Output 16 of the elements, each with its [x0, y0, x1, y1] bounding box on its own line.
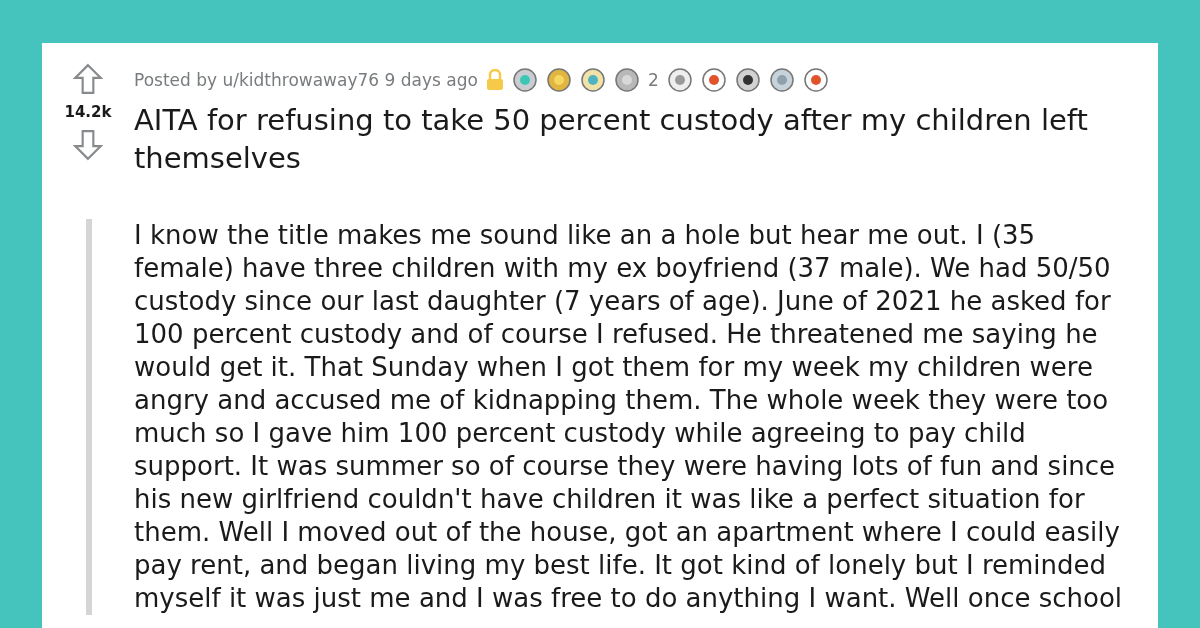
- post-meta: Posted by u/kidthrowaway76 9 days ago: [134, 70, 478, 90]
- award-icon: [545, 67, 572, 93]
- award-icon: [768, 67, 795, 93]
- award-icon: [613, 67, 640, 93]
- upvote-icon[interactable]: [72, 63, 104, 95]
- award-icon: [802, 67, 829, 93]
- vote-score: 14.2k: [64, 103, 112, 121]
- award-count: 2: [647, 70, 659, 90]
- award-icon: [666, 67, 693, 93]
- award-icon: [700, 67, 727, 93]
- award-icon: [579, 67, 606, 93]
- post-body: I know the title makes me sound like an a hole but hear me out. I (35 female) have three children with my ex boyfriend (37 male). We had 50/50 custody since our last daughter (7 years of age). June of 2021 he asked for 100 percent custody and of course I refused. He threatened me saying he would get it. That Sunday when I got them for my week my children were angry and accused me of kidnapping them. The whole week they were too much so I gave him 100 percent custody while agreeing to pay child support. It was summer so of course they were having lots of fun and since his new girlfriend couldn't have children it was like a perfect situation for them. Well I moved out of the house, got an apartment where I could easily pay rent, and began living my best life. It got kind of lonely but I reminded myself it was just me and I was free to do anything I want. Well once school: [134, 219, 1124, 615]
- post-title[interactable]: AITA for refusing to take 50 percent custody after my children left themselves: [134, 101, 1158, 177]
- award-icon: [734, 67, 761, 93]
- award-icon: [511, 67, 538, 93]
- downvote-icon[interactable]: [72, 129, 104, 161]
